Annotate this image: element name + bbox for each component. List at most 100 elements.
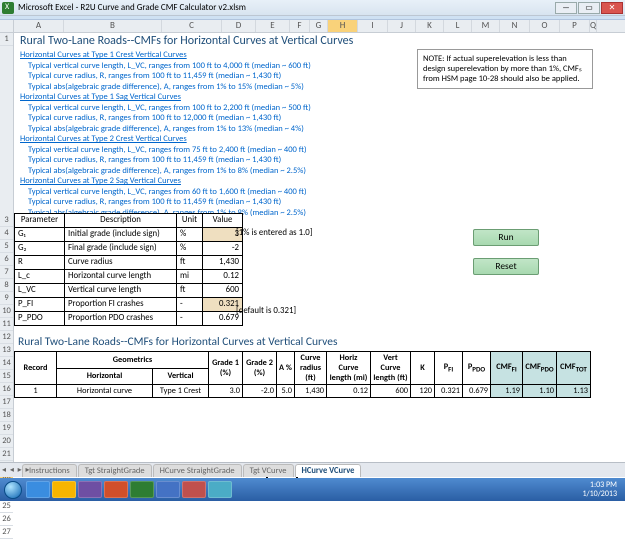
cell: Proportion PDO crashes	[65, 312, 177, 326]
value-cell[interactable]: 1,430	[203, 256, 243, 270]
cell: P_PDO	[15, 312, 65, 326]
cell: Horizontal curve	[57, 385, 153, 398]
col-header[interactable]: A	[14, 20, 64, 32]
close-button[interactable]: ✕	[601, 2, 623, 14]
row-header[interactable]: 16	[0, 383, 13, 396]
link[interactable]: Horizontal Curves at Type 1 Crest Vertic…	[20, 50, 187, 60]
col-header[interactable]: J	[388, 20, 416, 32]
col-header[interactable]: P	[560, 20, 590, 32]
sheet-tab[interactable]: Tgt VCurve	[243, 464, 294, 477]
window-title: Microsoft Excel - R2U Curve and Grade CM…	[18, 2, 246, 13]
reference-text: Typical vertical curve length, L_VC, ran…	[20, 145, 611, 156]
col-header[interactable]: G	[310, 20, 328, 32]
cell: G₂	[15, 242, 65, 256]
reset-button[interactable]: Reset	[473, 258, 539, 275]
col-header[interactable]: O	[530, 20, 560, 32]
section-title: Rural Two-Lane Roads--CMFs for Horizonta…	[18, 335, 337, 349]
col-header[interactable]: C	[162, 20, 222, 32]
sheet-tabs: ◂ ◂ ▸ ▸ InstructionsTgt StraightGradeHCu…	[0, 462, 625, 477]
col-header[interactable]: M	[472, 20, 500, 32]
row-header[interactable]: 4	[0, 227, 13, 240]
col-header[interactable]: B	[64, 20, 162, 32]
row-header[interactable]: 3	[0, 214, 13, 227]
row-header[interactable]: 18	[0, 409, 13, 422]
taskbar-icon[interactable]	[52, 481, 76, 498]
row-header[interactable]: 8	[0, 279, 13, 292]
value-cell[interactable]: 600	[203, 284, 243, 298]
col-header[interactable]: E	[256, 20, 290, 32]
page-title: Rural Two-Lane Roads--CMFs for Horizonta…	[14, 33, 611, 50]
value-cell[interactable]: 0.12	[203, 270, 243, 284]
cell: 1.19	[491, 385, 523, 398]
reference-text: Typical curve radius, R, ranges from 100…	[20, 155, 611, 166]
col-header[interactable]: K	[416, 20, 444, 32]
row-header[interactable]: 11	[0, 318, 13, 331]
row-header[interactable]: 27	[0, 526, 13, 539]
reference-text: Typical abs(algebraic grade difference),…	[20, 124, 611, 135]
cell: L_c	[15, 270, 65, 284]
taskbar-icon[interactable]	[26, 481, 50, 498]
cell: -2.0	[243, 385, 277, 398]
reference-text: Typical vertical curve length, L_VC, ran…	[20, 187, 611, 198]
col-header[interactable]: Q	[590, 20, 597, 32]
row-header[interactable]: 21	[0, 448, 13, 461]
window-titlebar: Microsoft Excel - R2U Curve and Grade CM…	[0, 0, 625, 16]
col-header[interactable]: D	[222, 20, 256, 32]
reference-text: Typical abs(algebraic grade difference),…	[20, 166, 611, 177]
row-header[interactable]: 19	[0, 422, 13, 435]
cell: 1.13	[557, 385, 591, 398]
reference-text: Typical curve radius, R, ranges from 100…	[20, 197, 611, 208]
row-header[interactable]: 1	[0, 33, 13, 46]
cell: 0.12	[327, 385, 371, 398]
taskbar-icon[interactable]	[182, 481, 206, 498]
taskbar-icon[interactable]	[104, 481, 128, 498]
cell: 1.10	[523, 385, 557, 398]
col-header[interactable]: L	[444, 20, 472, 32]
row-header[interactable]: 17	[0, 396, 13, 409]
col-header[interactable]: F	[290, 20, 310, 32]
row-header[interactable]: 10	[0, 305, 13, 318]
cell: R	[15, 256, 65, 270]
parameter-table: ParameterDescriptionUnitValueG₁Initial g…	[14, 213, 243, 326]
taskbar-icon[interactable]	[78, 481, 102, 498]
cell: 1	[15, 385, 57, 398]
sheet-tab[interactable]: HCurve StraightGrade	[153, 464, 242, 477]
row-header[interactable]: 6	[0, 253, 13, 266]
hint-text: [default is 0.321]	[236, 306, 296, 316]
col-header[interactable]: H	[328, 20, 358, 32]
maximize-button[interactable]: ▭	[578, 2, 600, 14]
col-header[interactable]: I	[358, 20, 388, 32]
minimize-button[interactable]: —	[555, 2, 577, 14]
taskbar-icon[interactable]	[130, 481, 154, 498]
cell: %	[177, 228, 203, 242]
row-header[interactable]: 25	[0, 500, 13, 513]
link[interactable]: Horizontal Curves at Type 2 Crest Vertic…	[20, 134, 187, 144]
sheet-tab[interactable]: Tgt StraightGrade	[78, 464, 152, 477]
link[interactable]: Horizontal Curves at Type 1 Sag Vertical…	[20, 92, 181, 102]
cell: 120	[411, 385, 435, 398]
row-header[interactable]: 12	[0, 331, 13, 344]
taskbar-icon[interactable]	[156, 481, 180, 498]
cell: -	[177, 298, 203, 312]
sheet-tab[interactable]: HCurve VCurve	[295, 464, 362, 477]
cell: Type 1 Crest	[153, 385, 209, 398]
row-header[interactable]: 5	[0, 240, 13, 253]
start-button[interactable]	[4, 481, 22, 499]
cell: P_FI	[15, 298, 65, 312]
row-header[interactable]: 9	[0, 292, 13, 305]
col-header[interactable]: N	[500, 20, 530, 32]
row-header[interactable]: 20	[0, 435, 13, 448]
row-header[interactable]: 7	[0, 266, 13, 279]
run-button[interactable]: Run	[473, 229, 539, 246]
link[interactable]: Horizontal Curves at Type 2 Sag Vertical…	[20, 176, 181, 186]
row-header[interactable]: 26	[0, 513, 13, 526]
row-header[interactable]: 13	[0, 344, 13, 357]
cell: Proportion FI crashes	[65, 298, 177, 312]
value-cell[interactable]: -2	[203, 242, 243, 256]
taskbar-icon[interactable]	[208, 481, 232, 498]
row-header[interactable]: 14	[0, 357, 13, 370]
tab-nav-icons[interactable]: ◂ ◂ ▸ ▸	[2, 465, 31, 475]
row-header[interactable]: 15	[0, 370, 13, 383]
cell: 0.679	[463, 385, 491, 398]
cell: mi	[177, 270, 203, 284]
